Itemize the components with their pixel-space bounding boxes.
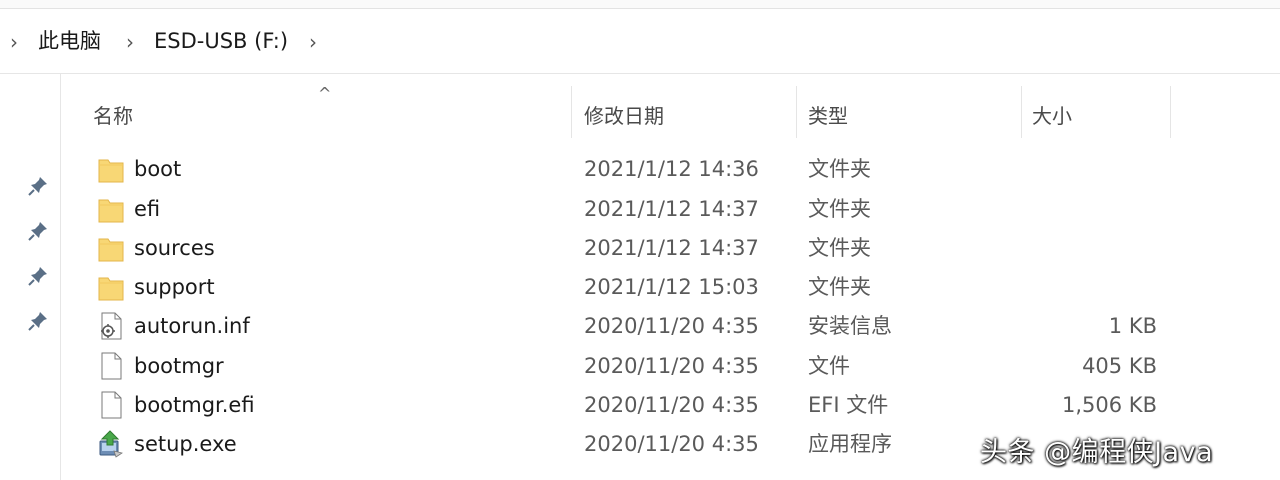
file-type: 文件 xyxy=(808,354,850,378)
column-resize-handle[interactable] xyxy=(1170,86,1171,138)
file-date: 2020/11/20 4:35 xyxy=(584,354,759,378)
column-header-date[interactable]: 修改日期 xyxy=(572,74,796,142)
file-date: 2020/11/20 4:35 xyxy=(584,314,759,338)
watermark-text: 头条 @编程侠Java xyxy=(980,437,1214,468)
pin-icon[interactable] xyxy=(26,309,50,333)
file-name: setup.exe xyxy=(134,432,237,456)
setup-info-icon xyxy=(101,312,122,340)
breadcrumb-chevron-icon[interactable]: › xyxy=(126,29,134,55)
file-type: 文件夹 xyxy=(808,236,871,260)
file-row[interactable]: efi 2021/1/12 14:37 文件夹 xyxy=(61,190,1280,229)
file-name: support xyxy=(134,275,215,299)
pin-icon[interactable] xyxy=(26,264,50,288)
breadcrumb-chevron-icon[interactable]: › xyxy=(309,29,317,55)
file-icon xyxy=(101,391,122,419)
file-type: 应用程序 xyxy=(808,432,892,456)
pin-icon[interactable] xyxy=(26,219,50,243)
file-date: 2021/1/12 15:03 xyxy=(584,275,759,299)
column-header-row: ^ 名称 修改日期 类型 大小 xyxy=(61,74,1280,142)
column-header-size[interactable]: 大小 xyxy=(1022,74,1170,142)
folder-icon xyxy=(98,238,124,262)
address-breadcrumb[interactable]: › 此电脑 › ESD-USB (F:) › xyxy=(0,9,1280,74)
file-row[interactable]: sources 2021/1/12 14:37 文件夹 xyxy=(61,229,1280,268)
column-header-name-label: 名称 xyxy=(93,104,133,128)
folder-icon xyxy=(98,199,124,223)
file-size: 405 KB xyxy=(1082,354,1157,378)
file-date: 2021/1/12 14:36 xyxy=(584,157,759,181)
column-header-name[interactable]: 名称 xyxy=(61,74,571,142)
file-name: bootmgr xyxy=(134,354,224,378)
file-name: boot xyxy=(134,157,182,181)
toolbar-edge xyxy=(0,0,1280,9)
file-row[interactable]: boot 2021/1/12 14:36 文件夹 xyxy=(61,150,1280,189)
file-type: 文件夹 xyxy=(808,157,871,181)
file-row[interactable]: autorun.inf 2020/11/20 4:35 安装信息 1 KB xyxy=(61,307,1280,346)
file-name: sources xyxy=(134,236,215,260)
folder-icon xyxy=(98,277,124,301)
column-header-type[interactable]: 类型 xyxy=(797,74,1021,142)
breadcrumb-esd-usb[interactable]: ESD-USB (F:) xyxy=(154,27,288,55)
file-type: 文件夹 xyxy=(808,197,871,221)
file-type: 文件夹 xyxy=(808,275,871,299)
breadcrumb-root-chevron-icon[interactable]: › xyxy=(10,29,18,55)
navigation-pane xyxy=(0,74,60,480)
file-date: 2020/11/20 4:35 xyxy=(584,393,759,417)
file-row[interactable]: support 2021/1/12 15:03 文件夹 xyxy=(61,268,1280,307)
file-row[interactable]: bootmgr.efi 2020/11/20 4:35 EFI 文件 1,506… xyxy=(61,386,1280,425)
folder-icon xyxy=(98,159,124,183)
installer-icon xyxy=(99,430,123,458)
file-type: EFI 文件 xyxy=(808,393,889,417)
file-date: 2021/1/12 14:37 xyxy=(584,236,759,260)
file-type: 安装信息 xyxy=(808,314,892,338)
file-size: 1 KB xyxy=(1108,314,1157,338)
file-date: 2021/1/12 14:37 xyxy=(584,197,759,221)
file-explorer-window: › 此电脑 › ESD-USB (F:) › ^ 名称 修改日期 类型 大小 b… xyxy=(0,0,1280,480)
column-header-size-label: 大小 xyxy=(1032,104,1072,128)
file-name: bootmgr.efi xyxy=(134,393,255,417)
file-icon xyxy=(101,352,122,380)
file-name: autorun.inf xyxy=(134,314,250,338)
pin-icon[interactable] xyxy=(26,174,50,198)
column-header-type-label: 类型 xyxy=(808,104,848,128)
breadcrumb-this-pc[interactable]: 此电脑 xyxy=(38,27,101,55)
file-size: 1,506 KB xyxy=(1062,393,1157,417)
file-name: efi xyxy=(134,197,161,221)
column-header-date-label: 修改日期 xyxy=(584,104,664,128)
file-date: 2020/11/20 4:35 xyxy=(584,432,759,456)
file-row[interactable]: bootmgr 2020/11/20 4:35 文件 405 KB xyxy=(61,347,1280,386)
